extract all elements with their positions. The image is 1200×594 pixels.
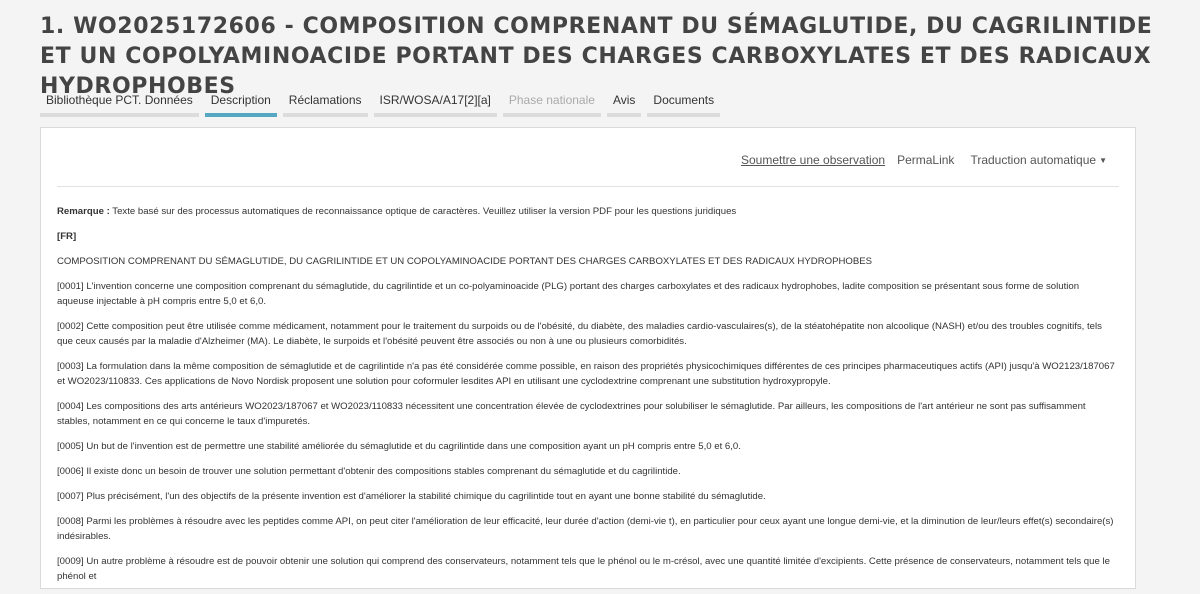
permalink-link[interactable]: PermaLink — [897, 153, 954, 167]
toolbar-divider — [57, 186, 1119, 187]
tab-national-phase: Phase nationale — [502, 90, 601, 117]
tab-claims[interactable]: Réclamations — [282, 90, 368, 117]
submit-observation-link[interactable]: Soumettre une observation — [741, 153, 885, 167]
paragraph-0002: [0002] Cette composition peut être utili… — [57, 321, 1102, 347]
paragraph-0001: [0001] L'invention concerne une composit… — [57, 281, 1080, 307]
remark-label: Remarque : — [57, 206, 110, 217]
language-tag: [FR] — [57, 231, 77, 242]
tab-description[interactable]: Description — [204, 90, 277, 117]
remark-text: Texte basé sur des processus automatique… — [109, 206, 737, 217]
description-panel: Soumettre une observation PermaLink Trad… — [40, 127, 1136, 589]
tab-bar: Bibliothèque PCT. Données Description Ré… — [40, 90, 721, 117]
paragraph-0005: [0005] Un but de l'invention est de perm… — [57, 441, 741, 452]
ocr-remark: Remarque : Texte basé sur des processus … — [57, 204, 1117, 219]
document-title: COMPOSITION COMPRENANT DU SÉMAGLUTIDE, D… — [57, 256, 873, 267]
paragraph-0009: [0009] Un autre problème à résoudre est … — [57, 556, 1110, 582]
tab-pct-data[interactable]: Bibliothèque PCT. Données — [40, 90, 199, 117]
caret-down-icon: ▼ — [1099, 156, 1107, 165]
description-content: Remarque : Texte basé sur des processus … — [57, 204, 1117, 594]
paragraph-0004: [0004] Les compositions des arts antérie… — [57, 401, 1086, 427]
paragraph-0007: [0007] Plus précisément, l'un des object… — [57, 491, 766, 502]
tab-documents[interactable]: Documents — [647, 90, 721, 117]
machine-translation-label: Traduction automatique — [970, 153, 1097, 167]
paragraph-0008: [0008] Parmi les problèmes à résoudre av… — [57, 516, 1114, 542]
paragraph-0003: [0003] La formulation dans la même compo… — [57, 361, 1115, 387]
paragraph-0006: [0006] Il existe donc un besoin de trouv… — [57, 466, 681, 477]
tab-isr-wosa[interactable]: ISR/WOSA/A17[2][a] — [373, 90, 497, 117]
tab-notices[interactable]: Avis — [606, 90, 642, 117]
panel-toolbar: Soumettre une observation PermaLink Trad… — [741, 153, 1107, 167]
page-title: 1. WO2025172606 - COMPOSITION COMPRENANT… — [40, 14, 1153, 99]
machine-translation-dropdown[interactable]: Traduction automatique ▼ — [970, 153, 1107, 167]
